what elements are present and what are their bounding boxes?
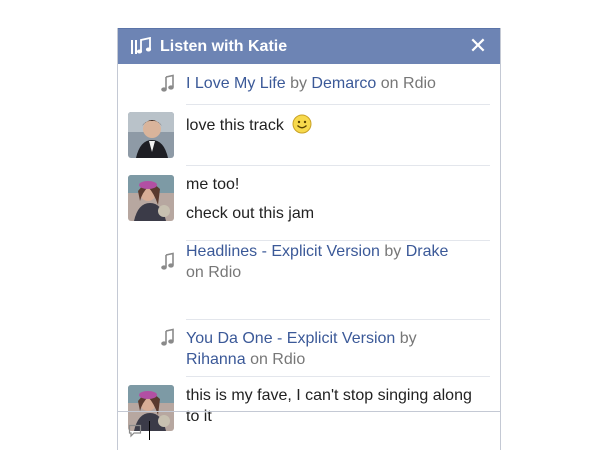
music-note-icon (158, 74, 178, 94)
message-line: me too! (186, 176, 240, 193)
music-icon (130, 36, 152, 58)
track-by-label: by (384, 243, 402, 260)
track-share-item: I Love My Life by Demarco on Rdio (118, 66, 500, 104)
message-item: this is my fave, I can't stop singing al… (118, 377, 500, 431)
track-song-link[interactable]: I Love My Life (186, 75, 286, 92)
message-text: me too! check out this jam (186, 174, 486, 224)
track-artist-link[interactable]: Demarco (311, 75, 376, 92)
message-body: love this track (186, 117, 284, 134)
chat-title: Listen with Katie (160, 37, 288, 55)
track-source-label: on Rdio (250, 351, 306, 368)
track-description: Headlines - Explicit Version by Drake on… (186, 241, 486, 283)
close-icon[interactable]: ✕ (468, 35, 488, 57)
avatar[interactable] (128, 175, 174, 221)
track-source-label: on Rdio (186, 264, 242, 281)
speech-bubble-icon (128, 424, 142, 443)
track-song-link[interactable]: You Da One - Explicit Version (186, 330, 395, 347)
track-song-link[interactable]: Headlines - Explicit Version (186, 243, 380, 260)
message-line: check out this jam (186, 205, 315, 222)
smiley-face-icon (292, 114, 312, 140)
track-artist-link[interactable]: Drake (406, 243, 449, 260)
music-note-icon (158, 328, 178, 348)
track-by-label: by (399, 330, 417, 347)
message-text: love this track (186, 114, 486, 140)
track-artist-link[interactable]: Rihanna (186, 351, 246, 368)
message-item: me too! check out this jam (118, 166, 500, 240)
message-item: love this track (118, 105, 500, 165)
track-share-item: You Da One - Explicit Version by Rihanna… (118, 298, 500, 368)
avatar[interactable] (128, 112, 174, 158)
track-source-label: on Rdio (380, 75, 436, 92)
track-description: I Love My Life by Demarco on Rdio (186, 73, 486, 94)
chat-titlebar[interactable]: Listen with Katie ✕ (118, 28, 500, 64)
track-description: You Da One - Explicit Version by Rihanna… (186, 328, 486, 370)
track-by-label: by (290, 75, 307, 92)
track-share-item: Headlines - Explicit Version by Drake on… (118, 241, 500, 291)
music-note-icon (158, 252, 178, 272)
message-composer (118, 411, 500, 451)
chat-window: Listen with Katie ✕ I Love My Life by De… (117, 28, 501, 450)
message-input[interactable] (148, 418, 492, 446)
